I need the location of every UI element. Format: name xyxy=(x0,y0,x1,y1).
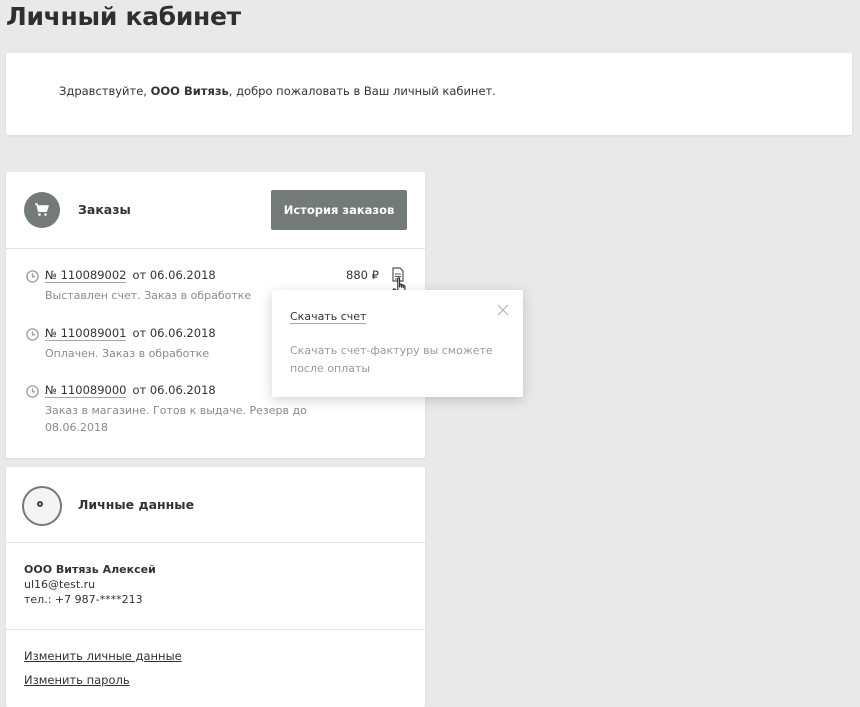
personal-divider xyxy=(6,629,425,630)
person-email: ul16@test.ru xyxy=(24,578,96,591)
download-invoice-link[interactable]: Скачать счет xyxy=(290,310,367,324)
greeting-prefix: Здравствуйте, xyxy=(59,84,151,98)
person-phone: тел.: +7 987-****213 xyxy=(24,593,143,606)
order-date: от 06.06.2018 xyxy=(132,268,216,282)
order-history-button[interactable]: История заказов xyxy=(271,190,407,230)
order-line: № 110089002 от 06.06.2018 xyxy=(45,268,216,283)
cart-icon xyxy=(24,192,60,228)
clock-icon xyxy=(26,385,39,398)
clock-icon xyxy=(26,328,39,341)
personal-data-card: Личные данные ООО Витязь Алексей ul16@te… xyxy=(6,467,425,707)
order-number-link[interactable]: № 110089002 xyxy=(45,268,127,283)
greeting-text: Здравствуйте, ООО Витязь, добро пожалова… xyxy=(59,84,496,98)
popover-note: Скачать счет-фактуру вы сможете после оп… xyxy=(290,344,493,375)
greeting-suffix: , добро пожаловать в Ваш личный кабинет. xyxy=(228,84,496,98)
order-number-link[interactable]: № 110089001 xyxy=(45,326,127,341)
close-icon[interactable] xyxy=(497,304,509,316)
edit-personal-data-link[interactable]: Изменить личные данные xyxy=(24,649,182,663)
user-icon xyxy=(22,486,62,526)
personal-divider xyxy=(6,542,425,543)
change-password-link[interactable]: Изменить пароль xyxy=(24,673,130,687)
order-price: 880 ₽ xyxy=(346,268,379,282)
order-line: № 110089001 от 06.06.2018 xyxy=(45,326,216,341)
invoice-popover: Скачать счет Скачать счет-фактуру вы смо… xyxy=(272,290,523,397)
order-date: от 06.06.2018 xyxy=(132,383,216,397)
personal-data-title: Личные данные xyxy=(78,497,195,512)
order-status: Заказ в магазине. Готов к выдаче. Резерв… xyxy=(45,404,307,434)
orders-divider xyxy=(6,248,425,249)
order-date: от 06.06.2018 xyxy=(132,326,216,340)
clock-icon xyxy=(26,270,39,283)
page-title: Личный кабинет xyxy=(6,2,241,31)
order-number-link[interactable]: № 110089000 xyxy=(45,383,127,398)
person-name: ООО Витязь Алексей xyxy=(24,563,156,576)
order-line: № 110089000 от 06.06.2018 xyxy=(45,383,216,398)
greeting-card: Здравствуйте, ООО Витязь, добро пожалова… xyxy=(6,53,852,135)
greeting-company: ООО Витязь xyxy=(150,84,229,98)
orders-title: Заказы xyxy=(78,202,131,217)
